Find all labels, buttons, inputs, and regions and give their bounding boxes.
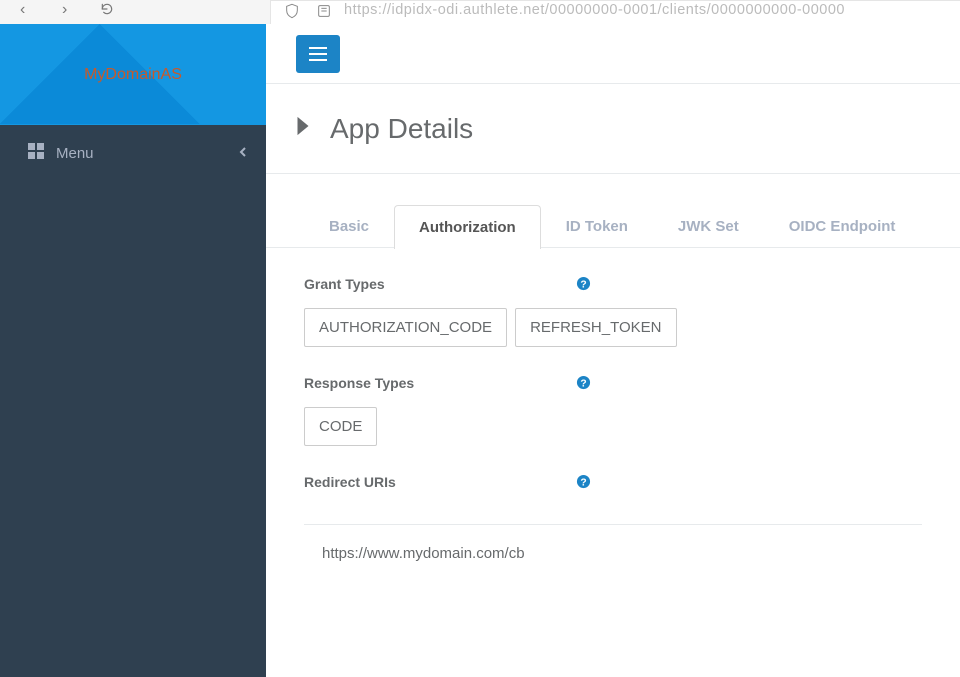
sidebar: MyDomainAS Menu (0, 24, 266, 677)
topbar (266, 24, 960, 84)
svg-text:?: ? (580, 477, 586, 488)
grant-types-label: Grant Types (304, 276, 385, 292)
field-redirect-uris: Redirect URIs ? (304, 474, 922, 492)
chevron-right-icon[interactable] (294, 115, 312, 142)
help-icon[interactable]: ? (576, 474, 591, 489)
browser-forward-icon[interactable]: › (62, 1, 67, 19)
sidebar-menu-label: Menu (56, 145, 238, 162)
sidebar-menu-toggle[interactable]: Menu (0, 125, 266, 181)
browser-site-settings-icon[interactable] (316, 3, 332, 19)
browser-url-text[interactable]: https://idpidx-odi.authlete.net/00000000… (344, 2, 950, 18)
grant-type-chip[interactable]: AUTHORIZATION_CODE (304, 308, 507, 347)
tab-oidc-endpoint[interactable]: OIDC Endpoint (764, 204, 921, 248)
response-types-chips: CODE (304, 407, 922, 446)
svg-text:?: ? (580, 378, 586, 389)
sidebar-brand-label: MyDomainAS (84, 66, 182, 84)
page-title: App Details (330, 113, 473, 145)
tab-jwk-set[interactable]: JWK Set (653, 204, 764, 248)
svg-text:?: ? (580, 279, 586, 290)
main-content: App Details Basic Authorization ID Token… (266, 24, 960, 677)
field-response-types: Response Types ? CODE (304, 375, 922, 446)
browser-reload-icon[interactable] (100, 2, 114, 16)
grant-type-chip[interactable]: REFRESH_TOKEN (515, 308, 676, 347)
chevron-left-icon (238, 144, 248, 162)
tab-basic[interactable]: Basic (304, 204, 394, 248)
tab-id-token[interactable]: ID Token (541, 204, 653, 248)
hamburger-button[interactable] (296, 35, 340, 73)
page-header: App Details (266, 84, 960, 174)
redirect-uri-value[interactable]: https://www.mydomain.com/cb (322, 545, 922, 562)
sidebar-brand[interactable]: MyDomainAS (0, 24, 266, 125)
grant-types-chips: AUTHORIZATION_CODE REFRESH_TOKEN (304, 308, 922, 347)
tab-strip: Basic Authorization ID Token JWK Set OID… (266, 204, 960, 248)
authorization-form: Grant Types ? AUTHORIZATION_CODE REFRESH… (266, 247, 960, 562)
help-icon[interactable]: ? (576, 276, 591, 291)
redirect-uris-label: Redirect URIs (304, 474, 396, 490)
response-types-label: Response Types (304, 375, 414, 391)
redirect-uris-divider (304, 524, 922, 525)
tab-authorization[interactable]: Authorization (394, 205, 541, 249)
browser-address-bar: ‹ › https://idpidx-odi.authlete.net/0000… (0, 0, 960, 24)
response-type-chip[interactable]: CODE (304, 407, 377, 446)
help-icon[interactable]: ? (576, 375, 591, 390)
browser-shield-icon[interactable] (284, 3, 300, 19)
field-grant-types: Grant Types ? AUTHORIZATION_CODE REFRESH… (304, 276, 922, 347)
grid-icon (28, 143, 44, 164)
browser-back-icon[interactable]: ‹ (20, 1, 25, 19)
